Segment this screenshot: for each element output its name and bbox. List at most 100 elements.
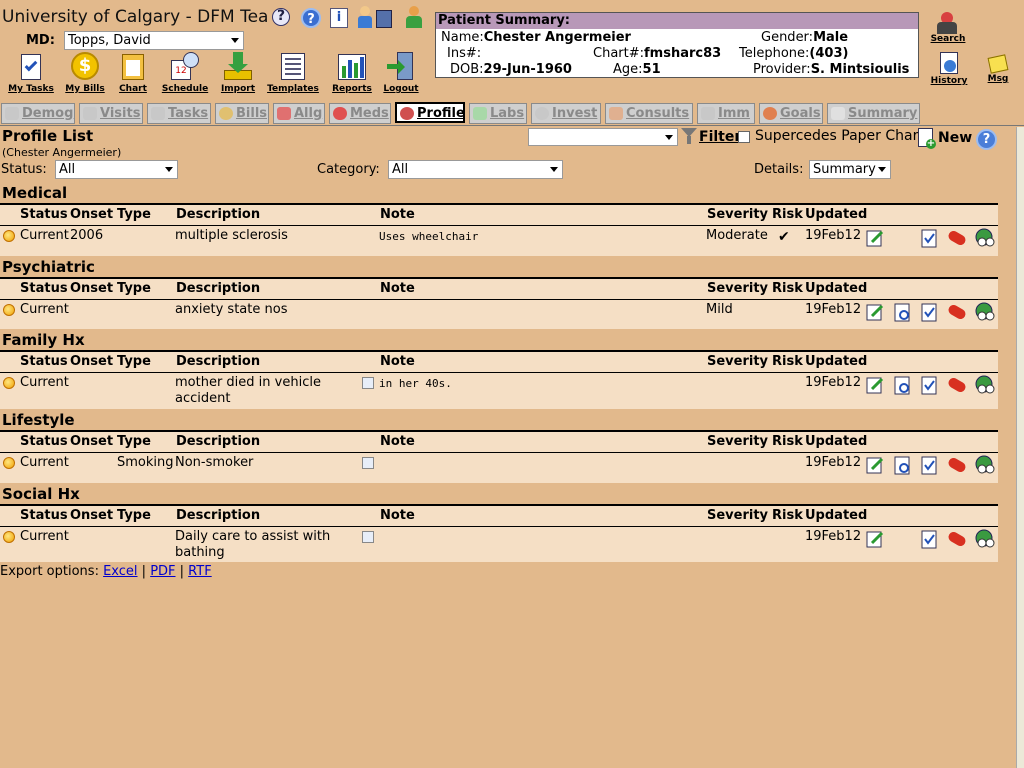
patient-summary: Patient Summary: Name:Chester Angermeier…	[435, 12, 919, 78]
tab-labs[interactable]: Labs	[469, 103, 527, 124]
web-search-icon[interactable]	[974, 455, 995, 475]
info-icon[interactable]: i	[330, 8, 348, 28]
page-title: Profile List	[2, 127, 94, 145]
tab-imm[interactable]: Imm	[697, 103, 755, 124]
profile-icon	[400, 107, 414, 120]
user-icon[interactable]	[404, 6, 424, 30]
medication-pill-icon[interactable]	[946, 455, 966, 475]
tab-invest[interactable]: Invest	[531, 103, 601, 124]
tab-profile[interactable]: Profile	[395, 102, 465, 123]
filter-select[interactable]	[528, 128, 678, 146]
search-button[interactable]: Search	[926, 12, 970, 44]
flask-icon	[473, 107, 487, 120]
history-icon	[938, 52, 960, 76]
export-excel-link[interactable]: Excel	[103, 564, 137, 579]
table-header: Status Onset Type Description Note Severity…	[0, 508, 998, 527]
note-icon[interactable]	[362, 531, 374, 543]
status-filter-select[interactable]: All	[55, 160, 178, 179]
patient-summary-title: Patient Summary:	[436, 13, 918, 29]
details-filter-select[interactable]: Summary	[809, 160, 891, 179]
web-search-icon[interactable]	[974, 529, 995, 549]
section-title: Psychiatric	[0, 256, 998, 279]
help-icon[interactable]: ?	[976, 129, 997, 150]
toolbar-templates[interactable]: Templates	[266, 52, 320, 94]
calendar-clock-icon: 12	[169, 52, 201, 82]
toolbar-import[interactable]: Import	[211, 52, 265, 94]
chevron-down-icon	[550, 167, 558, 172]
toolbar-my-bills[interactable]: $ My Bills	[58, 52, 112, 94]
help-context-icon[interactable]: ?	[272, 8, 294, 28]
search-icon	[935, 12, 961, 34]
filter-funnel-icon[interactable]	[681, 128, 697, 144]
status-sun-icon	[3, 457, 15, 469]
filter-button[interactable]: Filter	[699, 129, 741, 145]
task-clipboard-icon[interactable]	[919, 455, 939, 475]
web-search-icon[interactable]	[974, 375, 995, 395]
medication-pill-icon[interactable]	[946, 302, 966, 322]
chart-clipboard-icon	[117, 52, 149, 82]
history-button[interactable]: History	[927, 52, 971, 86]
tab-allg[interactable]: Allg	[273, 103, 325, 124]
stethoscope-icon	[83, 107, 97, 120]
dollar-coin-icon: $	[69, 52, 101, 82]
review-clipboard-icon[interactable]	[892, 302, 912, 322]
tab-demog[interactable]: Demog	[1, 103, 75, 124]
import-arrow-icon	[222, 52, 254, 82]
contacts-icon[interactable]	[358, 6, 396, 30]
review-clipboard-icon[interactable]	[892, 455, 912, 475]
toolbar-reports[interactable]: Reports	[325, 52, 379, 94]
export-options: Export options: Excel | PDF | RTF	[0, 564, 212, 579]
category-filter-select[interactable]: All	[388, 160, 563, 179]
toolbar-logout[interactable]: Logout	[374, 52, 428, 94]
tab-visits[interactable]: Visits	[79, 103, 143, 124]
md-select[interactable]: Topps, David	[64, 31, 244, 50]
msg-button[interactable]: Msg	[976, 54, 1020, 84]
task-clipboard-icon[interactable]	[919, 375, 939, 395]
patient-dob: DOB:29-Jun-1960	[450, 62, 572, 77]
task-clipboard-icon[interactable]	[919, 529, 939, 549]
edit-icon[interactable]	[865, 375, 885, 395]
new-document-icon[interactable]: +	[918, 128, 936, 150]
toolbar-schedule[interactable]: 12 Schedule	[158, 52, 212, 94]
toolbar-my-tasks[interactable]: My Tasks	[4, 52, 58, 94]
pill-icon	[333, 107, 347, 120]
tab-bar: Demog Visits Tasks Bills Allg Meds Profi…	[0, 100, 1024, 126]
review-clipboard-icon[interactable]	[892, 375, 912, 395]
status-sun-icon	[3, 304, 15, 316]
medication-pill-icon[interactable]	[946, 529, 966, 549]
export-pdf-link[interactable]: PDF	[150, 564, 175, 579]
table-header: Status Onset Type Description Note Severity…	[0, 354, 998, 373]
divider	[0, 125, 1024, 126]
tab-tasks[interactable]: Tasks	[147, 103, 211, 124]
toolbar-chart[interactable]: Chart	[106, 52, 160, 94]
tab-goals[interactable]: Goals	[759, 103, 823, 124]
note-icon[interactable]	[362, 457, 374, 469]
magnifier-icon	[535, 107, 549, 120]
medication-pill-icon[interactable]	[946, 375, 966, 395]
new-button[interactable]: New	[938, 130, 972, 146]
tab-summary[interactable]: Summary	[827, 103, 920, 124]
scrollbar[interactable]	[1016, 127, 1024, 768]
note-icon[interactable]	[362, 377, 374, 389]
category-filter-label: Category:	[317, 162, 380, 177]
web-search-icon[interactable]	[974, 302, 995, 322]
edit-icon[interactable]	[865, 455, 885, 475]
edit-icon[interactable]	[865, 529, 885, 549]
edit-icon[interactable]	[865, 302, 885, 322]
help-icon[interactable]: ?	[301, 8, 321, 28]
task-clipboard-icon[interactable]	[919, 228, 939, 248]
edit-icon[interactable]	[865, 228, 885, 248]
task-clipboard-icon[interactable]	[919, 302, 939, 322]
demographics-icon	[5, 107, 19, 120]
tab-bills[interactable]: Bills	[215, 103, 269, 124]
table-header: Status Onset Type Description Note Severity…	[0, 281, 998, 300]
supersede-checkbox[interactable]	[738, 131, 750, 143]
tab-consults[interactable]: Consults	[605, 103, 693, 124]
profile-list: Medical Status Onset Type Description Note …	[0, 182, 998, 562]
status-sun-icon	[3, 230, 15, 242]
web-search-icon[interactable]	[974, 228, 995, 248]
medication-pill-icon[interactable]	[946, 228, 966, 248]
supersede-label: Supercedes Paper Chart	[755, 128, 924, 144]
tab-meds[interactable]: Meds	[329, 103, 391, 124]
export-rtf-link[interactable]: RTF	[188, 564, 212, 579]
